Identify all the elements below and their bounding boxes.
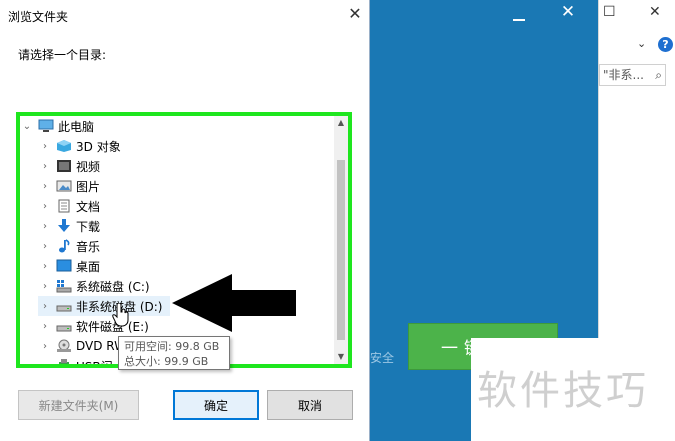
hand-cursor-icon: [112, 303, 129, 327]
chevron-right-icon[interactable]: ›: [38, 181, 52, 192]
installer-close-button[interactable]: ✕: [558, 2, 578, 22]
drive-icon: [56, 319, 72, 333]
pictures-icon: [56, 179, 72, 193]
video-icon: [56, 159, 72, 173]
annotation-arrow-icon: [172, 274, 296, 332]
tree-item-usb[interactable]: › USB闪: [38, 356, 113, 368]
tree-item-desktop[interactable]: › 桌面: [38, 256, 100, 276]
search-placeholder: "非系...: [603, 68, 644, 82]
chevron-right-icon[interactable]: ›: [38, 161, 52, 172]
tree-item-3d-objects[interactable]: › 3D 对象: [38, 136, 121, 156]
watermark-text: 软件技巧: [477, 368, 649, 414]
tree-item-label: 3D 对象: [76, 139, 121, 154]
tree-item-drive-c[interactable]: › 系统磁盘 (C:): [38, 276, 150, 296]
browse-folder-dialog: 浏览文件夹 ✕ 请选择一个目录: ⌄ 此电脑 › 3D 对象 › 视频 › 图片…: [0, 0, 370, 441]
chevron-right-icon[interactable]: ›: [38, 241, 52, 252]
music-icon: [56, 239, 72, 253]
explorer-search-input[interactable]: "非系... ⌕: [599, 64, 666, 86]
chevron-right-icon[interactable]: ›: [38, 321, 52, 332]
dialog-close-button[interactable]: ✕: [345, 4, 365, 24]
chevron-right-icon[interactable]: ›: [38, 221, 52, 232]
chevron-down-icon[interactable]: ⌄: [20, 121, 34, 132]
tree-item-label: 桌面: [76, 259, 101, 274]
chevron-right-icon[interactable]: ›: [38, 301, 52, 312]
scrollbar-thumb[interactable]: [337, 160, 345, 340]
drive-icon: [56, 299, 72, 313]
documents-icon: [56, 199, 72, 213]
system-drive-icon: [56, 279, 72, 293]
desktop-icon: [56, 259, 72, 273]
chevron-down-icon[interactable]: ⌄: [637, 37, 646, 50]
explorer-close-button[interactable]: ✕: [649, 4, 661, 20]
chevron-right-icon[interactable]: ›: [38, 281, 52, 292]
tooltip-total-size: 总大小: 99.9 GB: [124, 355, 209, 368]
tree-item-label: 下载: [76, 219, 101, 234]
search-icon: ⌕: [655, 68, 662, 82]
tree-item-label: 系统磁盘 (C:): [76, 279, 150, 294]
chevron-right-icon[interactable]: ›: [38, 201, 52, 212]
tree-item-label: 图片: [76, 179, 101, 194]
usb-drive-icon: [56, 359, 72, 364]
tree-item-label: 视频: [76, 159, 101, 174]
tooltip-free-space: 可用空间: 99.8 GB: [124, 340, 220, 353]
cancel-button[interactable]: 取消: [267, 390, 353, 420]
tree-item-label: 此电脑: [58, 119, 95, 134]
installer-safe-text: 安全: [370, 351, 395, 365]
tree-item-label: 文档: [76, 199, 101, 214]
chevron-right-icon[interactable]: ›: [38, 361, 52, 365]
chevron-right-icon[interactable]: ›: [38, 341, 52, 352]
computer-icon: [38, 119, 54, 133]
dvd-drive-icon: [56, 339, 72, 353]
new-folder-button[interactable]: 新建文件夹(M): [18, 390, 139, 420]
tree-scrollbar[interactable]: ▲ ▼: [334, 116, 348, 364]
tree-item-drive-e[interactable]: › 软件磁盘 (E:): [38, 316, 149, 336]
dialog-prompt: 请选择一个目录:: [18, 48, 107, 62]
3d-objects-icon: [56, 139, 72, 153]
drive-tooltip: 可用空间: 99.8 GB 总大小: 99.9 GB: [118, 336, 230, 370]
tree-item-this-pc[interactable]: ⌄ 此电脑: [20, 116, 94, 136]
tree-item-downloads[interactable]: › 下载: [38, 216, 100, 236]
tree-item-music[interactable]: › 音乐: [38, 236, 100, 256]
tree-item-videos[interactable]: › 视频: [38, 156, 100, 176]
scroll-down-icon[interactable]: ▼: [334, 350, 348, 364]
chevron-right-icon[interactable]: ›: [38, 141, 52, 152]
tree-item-dvd[interactable]: › DVD RW: [38, 336, 126, 356]
scroll-up-icon[interactable]: ▲: [334, 116, 348, 130]
download-icon: [56, 219, 72, 233]
ok-button[interactable]: 确定: [173, 390, 259, 420]
dialog-title: 浏览文件夹: [8, 10, 69, 24]
tree-item-drive-d[interactable]: › 非系统磁盘 (D:): [38, 296, 170, 316]
help-icon[interactable]: ?: [658, 37, 673, 52]
explorer-maximize-button[interactable]: ☐: [603, 4, 616, 20]
tree-item-pictures[interactable]: › 图片: [38, 176, 100, 196]
tree-item-documents[interactable]: › 文档: [38, 196, 100, 216]
tree-item-label: USB闪: [76, 359, 113, 368]
installer-minimize-button[interactable]: [510, 6, 528, 24]
chevron-right-icon[interactable]: ›: [38, 261, 52, 272]
tree-item-label: 音乐: [76, 239, 101, 254]
